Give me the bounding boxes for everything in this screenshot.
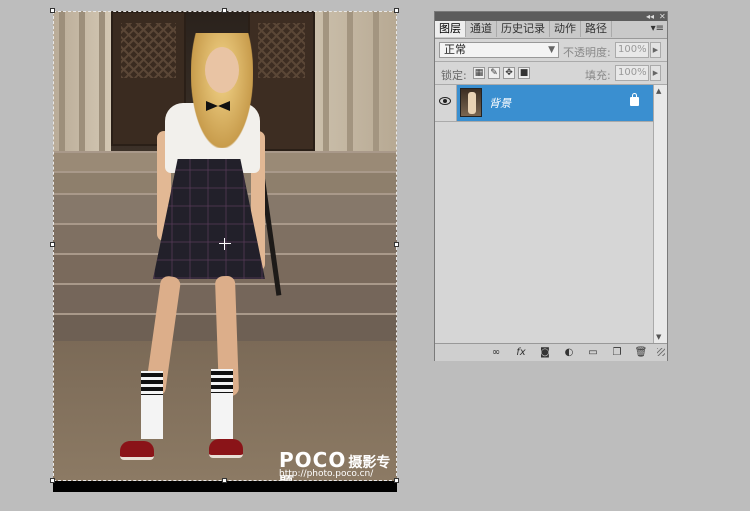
visibility-toggle[interactable] xyxy=(435,85,457,121)
transform-handle-bottom-right[interactable] xyxy=(394,478,399,483)
link-layers-icon[interactable]: ∞ xyxy=(487,347,505,358)
new-group-folder-icon[interactable]: ▭ xyxy=(586,347,600,358)
scroll-down-icon[interactable]: ▼ xyxy=(656,333,661,341)
add-mask-icon[interactable]: ◙ xyxy=(538,347,552,358)
transform-handle-top-left[interactable] xyxy=(50,8,55,13)
lock-all-icon[interactable]: ■ xyxy=(518,67,530,79)
transform-handle-right[interactable] xyxy=(394,242,399,247)
panel-bottom-toolbar: ∞ fx ◙ ◐ ▭ ❐ 🗑 xyxy=(435,343,667,361)
transform-handle-bottom-left[interactable] xyxy=(50,478,55,483)
tab-paths[interactable]: 路径 xyxy=(581,21,612,37)
tab-actions[interactable]: 动作 xyxy=(550,21,581,37)
eye-icon xyxy=(439,97,451,105)
tab-history[interactable]: 历史记录 xyxy=(497,21,550,37)
opacity-label: 不透明度: xyxy=(563,46,611,59)
opacity-field[interactable]: 100% xyxy=(615,42,649,58)
tab-layers[interactable]: 图层 xyxy=(435,21,466,37)
trash-icon[interactable]: 🗑 xyxy=(634,347,648,358)
collapse-icon[interactable]: ◂◂ xyxy=(646,12,654,21)
fill-field[interactable]: 100% xyxy=(615,65,649,81)
blend-mode-value: 正常 xyxy=(444,43,466,56)
scroll-up-icon[interactable]: ▲ xyxy=(656,87,661,95)
panel-menu-icon[interactable]: ▾≡ xyxy=(651,23,664,34)
adjustment-layer-icon[interactable]: ◐ xyxy=(562,347,576,358)
layer-name[interactable]: 背景 xyxy=(489,95,511,111)
resize-grip-icon[interactable] xyxy=(657,348,665,356)
transform-center-crosshair-icon[interactable] xyxy=(219,238,231,250)
layer-row[interactable]: 背景 xyxy=(435,85,653,122)
fill-slider-arrow-icon[interactable]: ▶ xyxy=(650,65,661,81)
chevron-down-icon: ▼ xyxy=(548,45,555,55)
lock-position-icon[interactable]: ✥ xyxy=(503,67,515,79)
new-layer-icon[interactable]: ❐ xyxy=(610,347,624,358)
blend-mode-select[interactable]: 正常 ▼ xyxy=(439,42,559,58)
layer-style-fx-icon[interactable]: fx xyxy=(513,347,529,358)
blend-row: 正常 ▼ 不透明度: 100% ▶ xyxy=(435,39,667,61)
lock-icon xyxy=(630,93,639,106)
document-canvas[interactable]: POCO摄影专题 http://photo.poco.cn/ xyxy=(50,8,399,492)
close-icon[interactable]: ✕ xyxy=(659,12,666,21)
lock-row: 锁定: ▦ ✎ ✥ ■ 填充: 100% ▶ xyxy=(435,62,667,84)
tab-channels[interactable]: 通道 xyxy=(466,21,497,37)
lock-transparent-pixels-icon[interactable]: ▦ xyxy=(473,67,485,79)
transform-handle-left[interactable] xyxy=(50,242,55,247)
lock-image-pixels-icon[interactable]: ✎ xyxy=(488,67,500,79)
transform-handle-top-right[interactable] xyxy=(394,8,399,13)
fill-label: 填充: xyxy=(585,69,611,82)
layer-thumbnail xyxy=(460,88,482,117)
panel-title-bar[interactable]: ◂◂ ✕ xyxy=(435,12,667,21)
layers-scrollbar[interactable]: ▲ ▼ xyxy=(653,85,667,343)
layers-panel: ◂◂ ✕ 图层 通道 历史记录 动作 路径 ▾≡ 正常 ▼ 不透明度: 100%… xyxy=(434,11,668,361)
lock-label: 锁定: xyxy=(441,69,467,82)
transform-handle-bottom[interactable] xyxy=(222,478,227,483)
panel-tabs: 图层 通道 历史记录 动作 路径 ▾≡ xyxy=(435,21,667,39)
transform-handle-top[interactable] xyxy=(222,8,227,13)
layers-list: 背景 xyxy=(435,85,653,343)
opacity-slider-arrow-icon[interactable]: ▶ xyxy=(650,42,661,58)
layer-selection[interactable]: 背景 xyxy=(457,85,653,121)
